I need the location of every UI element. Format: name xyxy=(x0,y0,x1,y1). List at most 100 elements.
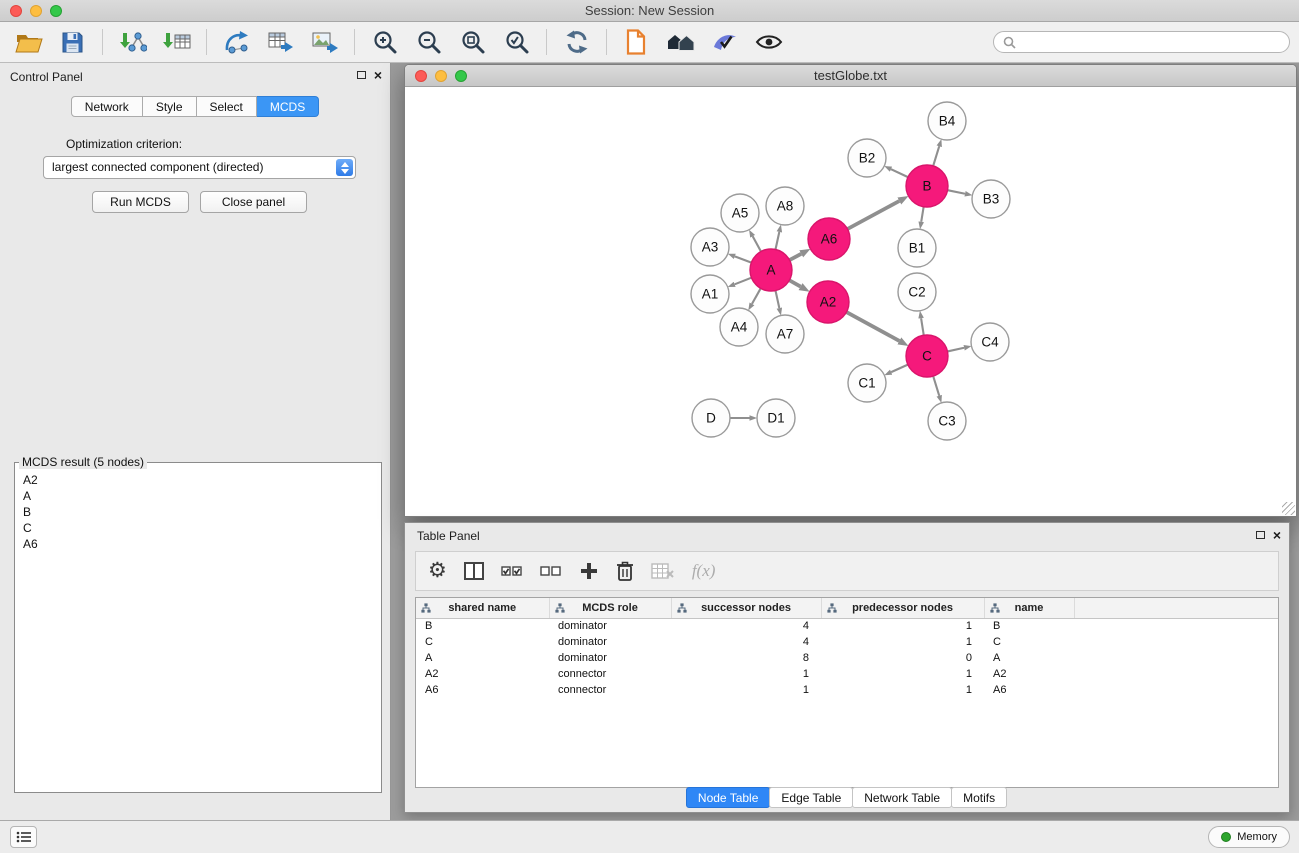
network-close-button[interactable] xyxy=(415,70,427,82)
table-tab-edge-table[interactable]: Edge Table xyxy=(769,787,853,808)
deselect-all-columns-button[interactable] xyxy=(540,556,562,586)
graph-edge-B-B2[interactable] xyxy=(891,169,908,177)
export-table-button[interactable] xyxy=(261,25,300,59)
graph-node-A4[interactable]: A4 xyxy=(720,308,758,346)
graph-node-C4[interactable]: C4 xyxy=(971,323,1009,361)
graph-node-B[interactable]: B xyxy=(906,165,948,207)
tab-select[interactable]: Select xyxy=(197,96,257,117)
zoom-in-button[interactable] xyxy=(365,25,404,59)
import-network-button[interactable] xyxy=(113,25,152,59)
graph-node-C3[interactable]: C3 xyxy=(928,402,966,440)
memory-button[interactable]: Memory xyxy=(1208,826,1290,848)
graph-node-A1[interactable]: A1 xyxy=(691,275,729,313)
zoom-out-button[interactable] xyxy=(409,25,448,59)
mcds-result-item[interactable]: A xyxy=(15,488,381,504)
style-check-button[interactable] xyxy=(705,25,744,59)
tab-style[interactable]: Style xyxy=(143,96,197,117)
table-row[interactable]: Cdominator41C xyxy=(416,634,1278,650)
graph-edge-C-C1[interactable] xyxy=(891,365,908,373)
search-input[interactable] xyxy=(1021,35,1280,49)
graph-node-B1[interactable]: B1 xyxy=(898,229,936,267)
zoom-selected-button[interactable] xyxy=(497,25,536,59)
column-header-shared-name[interactable]: shared name xyxy=(416,598,549,618)
graph-node-A8[interactable]: A8 xyxy=(766,187,804,225)
graph-node-C1[interactable]: C1 xyxy=(848,364,886,402)
graph-node-C2[interactable]: C2 xyxy=(898,273,936,311)
graph-node-A3[interactable]: A3 xyxy=(691,228,729,266)
export-image-button[interactable] xyxy=(305,25,344,59)
graph-node-B2[interactable]: B2 xyxy=(848,139,886,177)
zoom-fit-button[interactable] xyxy=(453,25,492,59)
graph-edge-A-A2[interactable] xyxy=(789,280,800,286)
tab-mcds[interactable]: MCDS xyxy=(257,96,319,117)
graph-node-A6[interactable]: A6 xyxy=(808,218,850,260)
mcds-result-item[interactable]: B xyxy=(15,504,381,520)
mcds-result-item[interactable]: C xyxy=(15,520,381,536)
column-header-name[interactable]: name xyxy=(984,598,1074,618)
open-file-button[interactable] xyxy=(9,25,48,59)
graph-edge-A-A4[interactable] xyxy=(752,288,761,304)
graph-edge-A2-C[interactable] xyxy=(846,312,899,341)
show-hide-button[interactable] xyxy=(749,25,788,59)
close-table-panel-icon[interactable]: × xyxy=(1273,530,1281,540)
run-mcds-button[interactable]: Run MCDS xyxy=(92,191,189,213)
show-panels-button[interactable] xyxy=(10,826,37,848)
minimize-window-button[interactable] xyxy=(30,5,42,17)
graph-node-B4[interactable]: B4 xyxy=(928,102,966,140)
close-panel-icon[interactable]: × xyxy=(374,70,382,80)
delete-column-button[interactable] xyxy=(616,556,634,586)
network-canvas[interactable]: B4B2BB3A5A8A6A3B1AC2A1A2A4A7C4CC1C3DD1 xyxy=(405,87,1296,516)
graph-edge-A-A1[interactable] xyxy=(735,278,752,285)
table-tab-network-table[interactable]: Network Table xyxy=(852,787,952,808)
table-settings-button[interactable]: ⚙ xyxy=(428,556,447,586)
maximize-window-button[interactable] xyxy=(50,5,62,17)
network-graph[interactable]: B4B2BB3A5A8A6A3B1AC2A1A2A4A7C4CC1C3DD1 xyxy=(405,87,1296,516)
export-network-button[interactable] xyxy=(217,25,256,59)
column-header-successor-nodes[interactable]: successor nodes xyxy=(671,598,821,618)
graph-edge-A6-B[interactable] xyxy=(847,201,899,229)
column-header-MCDS-role[interactable]: MCDS role xyxy=(549,598,671,618)
table-tab-motifs[interactable]: Motifs xyxy=(951,787,1007,808)
delete-table-button[interactable] xyxy=(651,556,675,586)
mcds-result-item[interactable]: A6 xyxy=(15,536,381,552)
create-column-button[interactable] xyxy=(579,556,599,586)
float-table-panel-icon[interactable] xyxy=(1256,531,1265,539)
graph-edge-A-A3[interactable] xyxy=(735,256,752,262)
graph-node-A2[interactable]: A2 xyxy=(807,281,849,323)
refresh-button[interactable] xyxy=(557,25,596,59)
graph-edge-A-A5[interactable] xyxy=(753,236,761,251)
document-button[interactable] xyxy=(617,25,656,59)
function-builder-button[interactable]: f(x) xyxy=(692,556,716,586)
mcds-result-item[interactable]: A2 xyxy=(15,472,381,488)
table-row[interactable]: A6connector11A6 xyxy=(416,682,1278,698)
graph-edge-B-B3[interactable] xyxy=(948,190,965,194)
graph-edge-C-C4[interactable] xyxy=(947,348,964,352)
show-columns-button[interactable] xyxy=(464,556,484,586)
graph-edge-C-C2[interactable] xyxy=(921,318,924,335)
resize-grip[interactable] xyxy=(1282,502,1295,515)
network-minimize-button[interactable] xyxy=(435,70,447,82)
graph-edge-B-B1[interactable] xyxy=(921,207,923,222)
tab-network[interactable]: Network xyxy=(71,96,143,117)
graph-edge-B-B4[interactable] xyxy=(933,146,939,166)
graph-node-A[interactable]: A xyxy=(750,249,792,291)
graph-edge-C-C3[interactable] xyxy=(933,376,939,396)
close-panel-button[interactable]: Close panel xyxy=(200,191,307,213)
column-header-predecessor-nodes[interactable]: predecessor nodes xyxy=(821,598,984,618)
close-window-button[interactable] xyxy=(10,5,22,17)
graph-node-B3[interactable]: B3 xyxy=(972,180,1010,218)
float-panel-icon[interactable] xyxy=(357,71,366,79)
graph-node-C[interactable]: C xyxy=(906,335,948,377)
graph-edge-A-A7[interactable] xyxy=(775,291,779,309)
save-session-button[interactable] xyxy=(53,25,92,59)
table-tab-node-table[interactable]: Node Table xyxy=(686,787,771,808)
node-table-container[interactable]: shared nameMCDS rolesuccessor nodesprede… xyxy=(415,597,1279,788)
birdseye-button[interactable] xyxy=(661,25,700,59)
criterion-dropdown[interactable]: largest connected component (directed) xyxy=(43,156,356,179)
table-row[interactable]: Bdominator41B xyxy=(416,618,1278,634)
import-table-button[interactable] xyxy=(157,25,196,59)
network-maximize-button[interactable] xyxy=(455,70,467,82)
table-row[interactable]: Adominator80A xyxy=(416,650,1278,666)
graph-edge-A-A8[interactable] xyxy=(775,232,779,250)
graph-node-A7[interactable]: A7 xyxy=(766,315,804,353)
